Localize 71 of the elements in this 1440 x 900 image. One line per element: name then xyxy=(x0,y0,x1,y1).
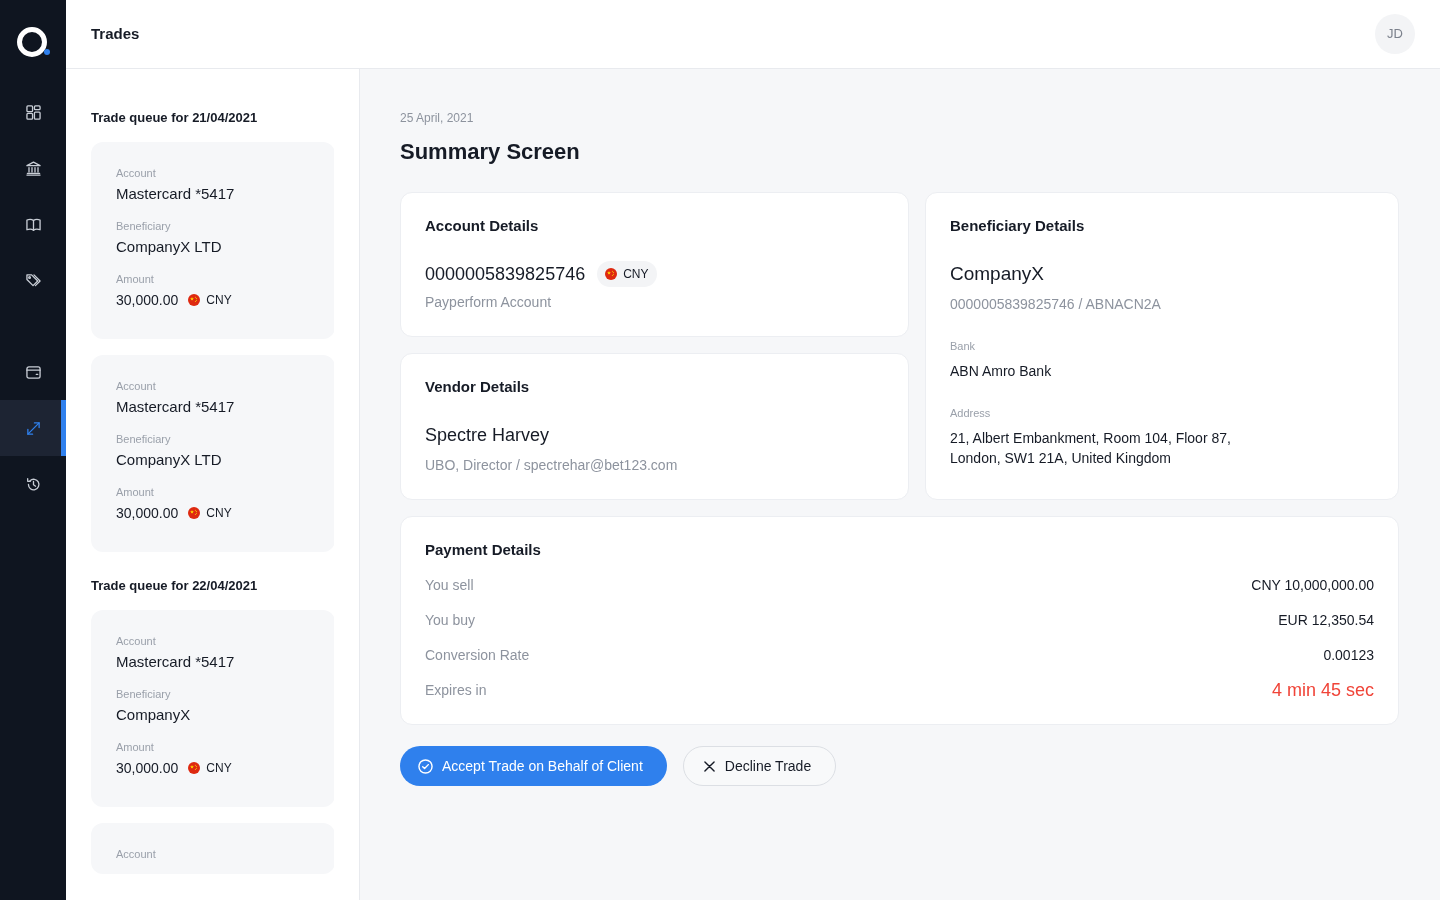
currency-code: CNY xyxy=(623,266,649,283)
countdown-value: 4 min 45 sec xyxy=(1271,679,1374,702)
diagonal-arrows-icon xyxy=(25,420,41,436)
field-label: Bank xyxy=(950,339,977,354)
flag-icon xyxy=(188,762,201,774)
tag-icon xyxy=(25,272,41,288)
field-value: Mastercard *5417 xyxy=(116,397,236,417)
amount-value: 30,000.00 xyxy=(116,291,179,310)
card-title: Payment Details xyxy=(425,540,542,560)
field-label: Account xyxy=(116,379,157,394)
field-label: Beneficiary xyxy=(116,219,172,234)
field-label: Amount xyxy=(116,740,155,755)
amount-value: 30,000.00 xyxy=(116,759,179,778)
payment-label: You buy xyxy=(425,611,476,630)
beneficiary-account: 0000005839825746 / ABNACN2A xyxy=(950,295,1162,314)
card-title: Beneficiary Details xyxy=(950,216,1086,236)
field-value: CompanyX LTD xyxy=(116,237,223,257)
wallet-icon xyxy=(25,364,41,380)
trade-card[interactable]: Account Mastercard *5417 Beneficiary CompanyX LTD Amount 30,000.00 CNY xyxy=(91,142,334,339)
user-avatar[interactable]: JD xyxy=(1375,14,1415,54)
flag-icon xyxy=(188,507,201,519)
account-name: Payperform Account xyxy=(425,293,553,312)
field-value: ABN Amro Bank xyxy=(950,362,1053,381)
nav-item[interactable] xyxy=(0,400,66,456)
accept-button[interactable]: Accept Trade on Behalf of Client xyxy=(400,746,667,786)
payment-value: 0.00123 xyxy=(1323,646,1374,665)
currency-code: CNY xyxy=(206,760,232,777)
decline-button[interactable]: Decline Trade xyxy=(682,746,837,786)
currency-code: CNY xyxy=(206,292,232,309)
logo-icon[interactable] xyxy=(16,27,50,57)
amount-value: 30,000.00 xyxy=(116,504,179,523)
field-label: Beneficiary xyxy=(116,432,172,447)
vendor-name: Spectre Harvey xyxy=(425,424,551,447)
check-circle-icon xyxy=(418,758,433,774)
field-label: Amount xyxy=(116,485,155,500)
field-value: 21, Albert Embankment, Room 104, Floor 87, London, SW1 21A, United Kingdom xyxy=(950,429,1232,468)
payment-value: EUR 12,350.54 xyxy=(1278,611,1374,630)
book-icon xyxy=(25,216,41,232)
field-value: Mastercard *5417 xyxy=(116,184,236,204)
beneficiary-name: CompanyX xyxy=(950,262,1045,286)
payment-label: Expires in xyxy=(425,681,487,700)
grid-icon xyxy=(25,104,41,120)
account-number: 0000005839825746 xyxy=(425,263,586,286)
vendor-role-email: UBO, Director / spectrehar@bet123.com xyxy=(425,456,679,475)
card-title: Vendor Details xyxy=(425,377,531,397)
queue-heading: Trade queue for 21/04/2021 xyxy=(91,109,259,127)
field-label: Account xyxy=(116,166,157,181)
screen-title: Summary Screen xyxy=(400,138,581,166)
trade-card[interactable]: Account Mastercard *5417 Beneficiary CompanyX LTD Amount 30,000.00 CNY xyxy=(91,355,334,552)
history-icon xyxy=(25,476,41,492)
field-value: CompanyX LTD xyxy=(116,450,223,470)
payment-label: You sell xyxy=(425,576,474,595)
card-title: Account Details xyxy=(425,216,540,236)
payment-label: Conversion Rate xyxy=(425,646,530,665)
field-value: CompanyX xyxy=(116,705,192,725)
field-label: Amount xyxy=(116,272,155,287)
trade-card[interactable]: Account Mastercard *5417 Beneficiary CompanyX Amount 30,000.00 CNY xyxy=(91,610,334,807)
field-label: Beneficiary xyxy=(116,687,172,702)
field-label: Account xyxy=(116,634,157,649)
flag-icon xyxy=(188,294,201,306)
flag-icon xyxy=(605,268,618,280)
queue-heading: Trade queue for 22/04/2021 xyxy=(91,577,259,595)
field-label: Account xyxy=(116,847,157,862)
page-title: Trades xyxy=(91,23,140,44)
currency-code: CNY xyxy=(206,505,232,522)
field-label: Address xyxy=(950,406,992,421)
bank-icon xyxy=(25,160,41,176)
close-icon xyxy=(703,760,715,772)
payment-value: CNY 10,000,000.00 xyxy=(1251,576,1374,595)
date-label: 25 April, 2021 xyxy=(400,110,475,127)
field-value: Mastercard *5417 xyxy=(116,652,236,672)
